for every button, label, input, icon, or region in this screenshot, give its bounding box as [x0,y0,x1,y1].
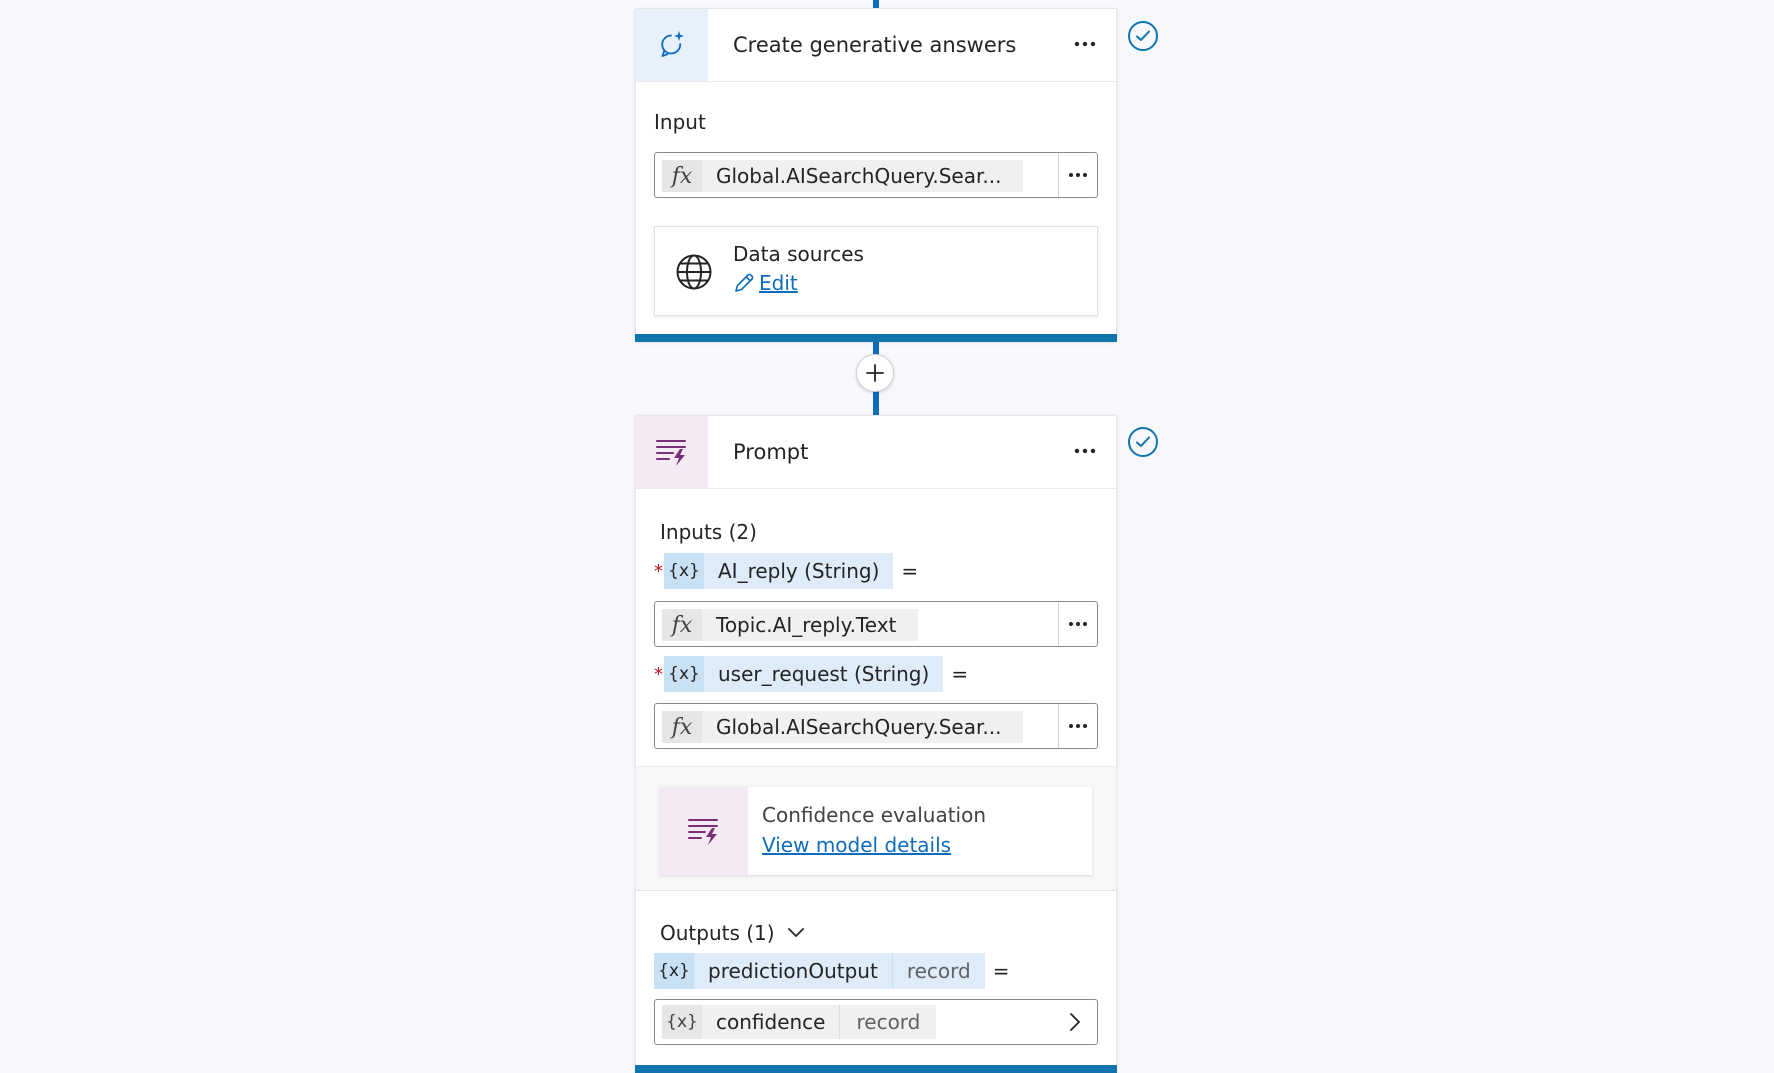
formula-chip: fx Global.AISearchQuery.Sear... [662,711,1024,743]
node-header: Prompt [636,416,1116,489]
variable-icon: {x} [662,1005,702,1039]
view-model-details-link[interactable]: View model details [762,833,951,857]
connector-line-top [873,0,879,8]
formula-more-icon[interactable] [1058,602,1097,646]
data-sources-panel: Data sources Edit [654,226,1098,316]
input-variable-row: * {x} AI_reply (String) = [654,553,918,589]
add-node-button[interactable] [856,354,894,392]
prompt-icon [660,787,748,875]
input-formula-field[interactable]: fx Topic.AI_reply.Text [654,601,1098,647]
output-type: record [839,1005,937,1039]
input-label: Input [654,110,706,134]
create-generative-answers-node[interactable]: Create generative answers Input fx Globa… [635,8,1117,342]
variable-name: AI_reply (String) [704,553,894,589]
edit-link-group[interactable]: Edit [733,271,798,295]
edit-link[interactable]: Edit [759,271,798,295]
formula-more-icon[interactable] [1058,153,1097,197]
formula-more-icon[interactable] [1058,704,1097,748]
check-circle-icon [1128,427,1158,457]
variable-icon: {x} [664,656,704,692]
prompt-node[interactable]: Prompt Inputs (2) * {x} AI_reply (String… [635,415,1117,1073]
variable-chip[interactable]: {x} user_request (String) [664,656,944,692]
variable-chip[interactable]: {x} AI_reply (String) [664,553,894,589]
chevron-down-icon [787,927,805,939]
node-bottom-bar [635,334,1117,342]
variable-icon: {x} [654,953,694,989]
plus-icon [866,364,884,382]
confidence-section: Confidence evaluation View model details [636,766,1116,891]
sparkle-chat-icon [636,9,708,81]
output-field[interactable]: {x} confidence record [654,999,1098,1045]
output-chip: {x} confidence record [662,1005,937,1039]
prompt-icon [636,416,708,488]
required-indicator: * [654,663,663,685]
input-formula-field[interactable]: fx Global.AISearchQuery.Sear... [654,152,1098,198]
fx-icon: fx [662,160,702,192]
globe-icon [675,253,713,295]
fx-icon: fx [662,711,702,743]
outputs-toggle[interactable]: Outputs (1) [660,921,805,945]
formula-chip: fx Global.AISearchQuery.Sear... [662,160,1024,192]
variable-name: predictionOutput [694,953,892,989]
node-title: Prompt [733,440,809,464]
output-variable-row: {x} predictionOutput record = [654,953,1009,989]
equals-sign: = [901,559,919,583]
required-indicator: * [654,560,663,582]
formula-chip: fx Topic.AI_reply.Text [662,609,919,641]
more-options-icon[interactable] [1070,31,1100,57]
variable-icon: {x} [664,553,704,589]
formula-value: Global.AISearchQuery.Sear... [702,160,1024,192]
inputs-label: Inputs (2) [660,520,757,544]
check-circle-icon [1128,21,1158,51]
variable-chip[interactable]: {x} predictionOutput record [654,953,985,989]
confidence-title: Confidence evaluation [762,803,987,827]
formula-value: Topic.AI_reply.Text [702,609,919,641]
pencil-icon [733,272,755,294]
node-title: Create generative answers [733,33,1017,57]
outputs-label: Outputs (1) [660,921,775,945]
data-sources-label: Data sources [733,242,864,266]
input-variable-row: * {x} user_request (String) = [654,656,968,692]
equals-sign: = [951,662,969,686]
node-header: Create generative answers [636,9,1116,82]
more-options-icon[interactable] [1070,438,1100,464]
output-name: confidence [702,1005,840,1039]
equals-sign: = [992,959,1010,983]
canvas: Create generative answers Input fx Globa… [0,0,1774,1073]
variable-name: user_request (String) [704,656,944,692]
fx-icon: fx [662,609,702,641]
confidence-panel: Confidence evaluation View model details [660,787,1092,875]
formula-value: Global.AISearchQuery.Sear... [702,711,1024,743]
variable-type: record [891,953,985,989]
chevron-right-icon[interactable] [1063,1010,1087,1034]
input-formula-field[interactable]: fx Global.AISearchQuery.Sear... [654,703,1098,749]
